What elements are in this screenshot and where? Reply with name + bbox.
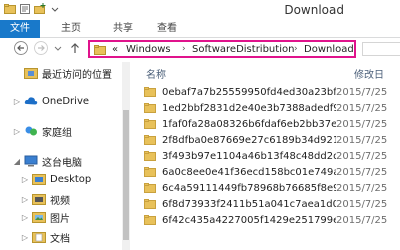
navigation-pane: 最近访问的位置 ▷ OneDrive ▷ 家庭组 ◢ 这台电脑 ▷ Deskto… xyxy=(0,62,130,250)
address-bar[interactable]: « Windows › SoftwareDistribution › Downl… xyxy=(88,40,356,58)
homegroup-icon xyxy=(25,126,37,136)
expand-arrow-icon[interactable]: ▷ xyxy=(20,175,30,184)
table-row[interactable]: 6f42c435a4227005f1429e251799e579 2015/7/… xyxy=(144,212,400,228)
table-row[interactable]: 1ed2bbf2831d2e40e3b7388adedf9c5a 2015/7/… xyxy=(144,100,400,116)
properties-icon[interactable] xyxy=(19,3,31,15)
tab-file[interactable]: 文件 xyxy=(0,20,40,38)
table-row[interactable]: 1faf0fa28a08326b6fdaf6eb2bb37ea8 2015/7/… xyxy=(144,116,400,132)
file-date: 2015/7/25 xyxy=(336,118,388,130)
breadcrumb-overflow[interactable]: « xyxy=(112,44,118,55)
folder-icon xyxy=(144,215,156,225)
file-date: 2015/7/25 xyxy=(336,198,388,210)
file-list: 名称 修改日 0ebaf7a7b25559950fd4ed30a23bfdbd … xyxy=(132,62,400,250)
sidebar-item-onedrive[interactable]: ▷ OneDrive xyxy=(0,92,122,110)
tab-share[interactable]: 共享 xyxy=(106,20,140,38)
file-date: 2015/7/25 xyxy=(336,214,388,226)
sidebar-item-label: 图片 xyxy=(50,213,70,225)
column-header-modified[interactable]: 修改日 xyxy=(354,66,384,81)
column-header-name[interactable]: 名称 xyxy=(146,66,166,81)
sidebar-item-homegroup[interactable]: ▷ 家庭组 xyxy=(0,122,122,140)
new-folder-icon[interactable] xyxy=(34,3,46,15)
folder-icon xyxy=(4,4,16,14)
sidebar-item-pictures[interactable]: ▷ 图片 xyxy=(8,208,130,226)
expand-arrow-icon[interactable]: ▷ xyxy=(20,213,30,222)
sidebar-item-recent-places[interactable]: 最近访问的位置 xyxy=(0,64,122,82)
folder-icon xyxy=(144,167,156,177)
onedrive-icon xyxy=(24,97,38,105)
navigation-bar: « Windows › SoftwareDistribution › Downl… xyxy=(0,38,400,60)
folder-icon xyxy=(144,87,156,97)
sidebar-item-label: OneDrive xyxy=(42,95,90,107)
file-name: 6f8d73933f2411b51a041c7aea1d02f2 xyxy=(162,198,336,210)
folder-icon xyxy=(144,151,156,161)
tab-view[interactable]: 查看 xyxy=(150,20,184,38)
sidebar-item-label: 最近访问的位置 xyxy=(42,69,112,81)
back-button[interactable] xyxy=(14,41,28,55)
folder-icon xyxy=(144,119,156,129)
expand-arrow-icon[interactable]: ▷ xyxy=(20,233,30,242)
sidebar-item-label: 家庭组 xyxy=(42,127,72,139)
quick-access-toolbar xyxy=(4,3,61,15)
file-name: 6f42c435a4227005f1429e251799e579 xyxy=(162,214,336,226)
expand-arrow-icon[interactable]: ▷ xyxy=(20,195,30,204)
sidebar-scrollbar[interactable] xyxy=(122,62,130,250)
sidebar-item-this-pc[interactable]: ◢ 这台电脑 xyxy=(0,152,122,170)
sidebar-item-documents[interactable]: ▷ 文档 xyxy=(8,228,130,246)
collapse-arrow-icon[interactable]: ◢ xyxy=(12,157,22,166)
breadcrumb-softwaredistribution[interactable]: SoftwareDistribution xyxy=(192,44,294,55)
window-title: Download xyxy=(284,3,344,17)
file-name: 3f493b97e1104a46b13f48c48dd2d7ea xyxy=(162,150,336,162)
sidebar-item-label: Desktop xyxy=(50,173,92,185)
sidebar-item-label: 视频 xyxy=(50,195,70,207)
recent-places-icon xyxy=(24,68,38,79)
pictures-folder-icon xyxy=(32,212,46,223)
table-row[interactable]: 6a0c8ee0e41f36ecd158bc01e749acb3 2015/7/… xyxy=(144,164,400,180)
file-date: 2015/7/25 xyxy=(336,150,388,162)
forward-button[interactable] xyxy=(34,41,48,55)
file-name: 6c4a59111449fb78968b76685f8e98c5 xyxy=(162,182,336,194)
videos-folder-icon xyxy=(32,194,46,205)
documents-folder-icon xyxy=(32,232,46,243)
breadcrumb-separator[interactable]: › xyxy=(294,44,298,54)
expand-arrow-icon[interactable]: ▷ xyxy=(12,127,22,136)
file-date: 2015/7/25 xyxy=(336,102,388,114)
folder-icon xyxy=(94,45,106,55)
sidebar-item-videos[interactable]: ▷ 视频 xyxy=(8,190,130,208)
file-name: 0ebaf7a7b25559950fd4ed30a23bfdbd xyxy=(162,86,336,98)
breadcrumb-download[interactable]: Download xyxy=(304,44,354,55)
file-name: 1ed2bbf2831d2e40e3b7388adedf9c5a xyxy=(162,102,336,114)
sidebar-item-label: 文档 xyxy=(50,233,70,245)
desktop-folder-icon xyxy=(32,174,46,185)
recent-locations-chevron-icon[interactable] xyxy=(54,44,62,52)
ribbon-tabs: 文件 主页 共享 查看 xyxy=(0,20,400,38)
file-date: 2015/7/25 xyxy=(336,166,388,178)
chevron-down-icon[interactable] xyxy=(49,3,61,15)
title-bar: Download xyxy=(0,0,400,20)
sidebar-scrollbar-thumb[interactable] xyxy=(123,110,129,240)
file-date: 2015/7/25 xyxy=(336,182,388,194)
file-name: 6a0c8ee0e41f36ecd158bc01e749acb3 xyxy=(162,166,336,178)
table-row[interactable]: 6c4a59111449fb78968b76685f8e98c5 2015/7/… xyxy=(144,180,400,196)
sidebar-item-label: 这台电脑 xyxy=(42,157,82,169)
folder-icon xyxy=(144,183,156,193)
up-arrow-icon[interactable] xyxy=(68,41,82,55)
file-name: 1faf0fa28a08326b6fdaf6eb2bb37ea8 xyxy=(162,118,336,130)
expand-arrow-icon[interactable]: ▷ xyxy=(12,97,22,106)
table-row[interactable]: 6f8d73933f2411b51a041c7aea1d02f2 2015/7/… xyxy=(144,196,400,212)
tab-home[interactable]: 主页 xyxy=(54,20,88,38)
computer-icon xyxy=(24,155,38,167)
folder-icon xyxy=(144,103,156,113)
folder-icon xyxy=(144,199,156,209)
file-name: 2f8dfba0e87669e27c6189b34d921638 xyxy=(162,134,336,146)
sidebar-item-desktop[interactable]: ▷ Desktop xyxy=(8,170,130,188)
file-date: 2015/7/25 xyxy=(336,134,388,146)
table-row[interactable]: 0ebaf7a7b25559950fd4ed30a23bfdbd 2015/7/… xyxy=(144,84,400,100)
folder-icon xyxy=(144,135,156,145)
file-date: 2015/7/25 xyxy=(336,86,388,98)
table-row[interactable]: 2f8dfba0e87669e27c6189b34d921638 2015/7/… xyxy=(144,132,400,148)
table-row[interactable]: 3f493b97e1104a46b13f48c48dd2d7ea 2015/7/… xyxy=(144,148,400,164)
address-history-dropdown[interactable] xyxy=(362,42,400,56)
breadcrumb-separator[interactable]: › xyxy=(182,44,186,54)
breadcrumb-windows[interactable]: Windows xyxy=(126,44,171,55)
